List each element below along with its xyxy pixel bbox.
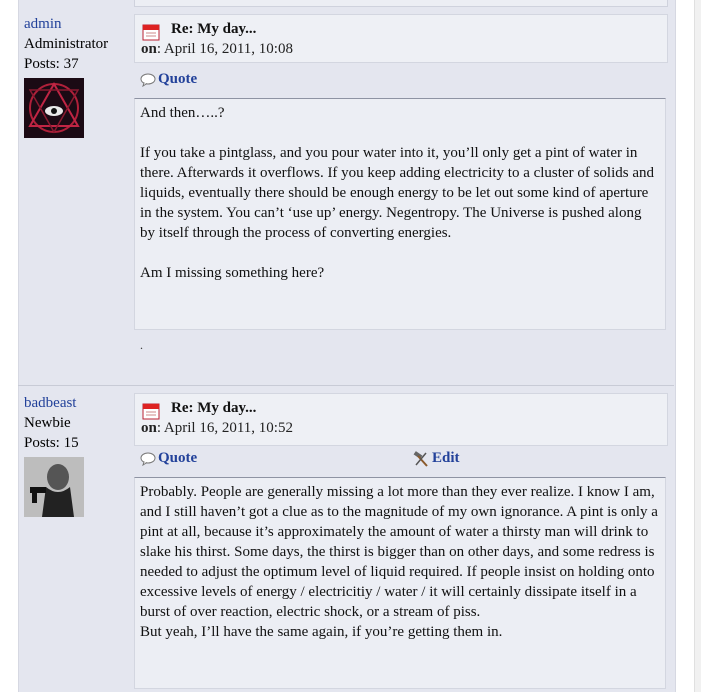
post-text-line: But yeah, I’ll have the same again, if y… [140,624,503,640]
quote-bubble-icon [140,452,156,466]
calendar-icon [142,24,160,41]
poster-post-count: Posts: 37 [24,56,79,72]
edit-label: Edit [432,450,460,466]
post-text-paragraph: Probably. People are generally missing a… [140,484,658,620]
quote-bubble-icon [140,73,156,87]
previous-post-bottom [134,0,668,7]
edit-button[interactable]: Edit [412,450,460,467]
post-subject-link[interactable]: Re: My day... [171,400,256,417]
post-header: Re: My day... on: April 16, 2011, 10:08 [134,14,668,63]
post-separator [18,385,674,386]
date-value: : April 16, 2011, 10:08 [156,41,293,57]
poster-info: admin Administrator Posts: 37 [24,14,134,138]
post-date: on: April 16, 2011, 10:52 [141,420,293,437]
poster-info: badbeast Newbie Posts: 15 [24,393,134,517]
calendar-icon [142,403,160,420]
avatar[interactable] [24,457,84,517]
page-margin [0,0,18,692]
scrollbar-track[interactable] [694,0,701,692]
post-date: on: April 16, 2011, 10:08 [141,41,293,58]
poster-post-count: Posts: 15 [24,435,79,451]
post-text-line: Am I missing something here? [140,265,325,281]
post-text-paragraph: If you take a pintglass, and you pour wa… [140,145,655,241]
post-signature: . [140,338,143,352]
poster-role: Administrator [24,36,109,52]
avatar[interactable] [24,78,84,138]
post-actions: Quote Edit [134,450,666,472]
forum-post: badbeast Newbie Posts: 15 Re: My day... … [18,393,674,692]
post-body: Probably. People are generally missing a… [134,477,666,689]
date-value: : April 16, 2011, 10:52 [156,420,293,436]
post-text-line: And then…..? [140,105,225,121]
quote-button[interactable]: Quote [140,450,197,467]
edit-hammer-icon [413,450,428,467]
post-subject-link[interactable]: Re: My day... [171,21,256,38]
poster-name-link[interactable]: admin [24,16,62,32]
forum-post: admin Administrator Posts: 37 Re: My day… [18,14,674,380]
post-actions: Quote [134,71,666,93]
poster-name-link[interactable]: badbeast [24,395,76,411]
post-header: Re: My day... on: April 16, 2011, 10:52 [134,393,668,446]
quote-label: Quote [158,71,198,87]
post-body: And then…..? If you take a pintglass, an… [134,98,666,330]
date-label: on [141,420,157,436]
quote-label: Quote [158,450,198,466]
date-label: on [141,41,157,57]
poster-role: Newbie [24,415,71,431]
quote-button[interactable]: Quote [140,71,197,88]
